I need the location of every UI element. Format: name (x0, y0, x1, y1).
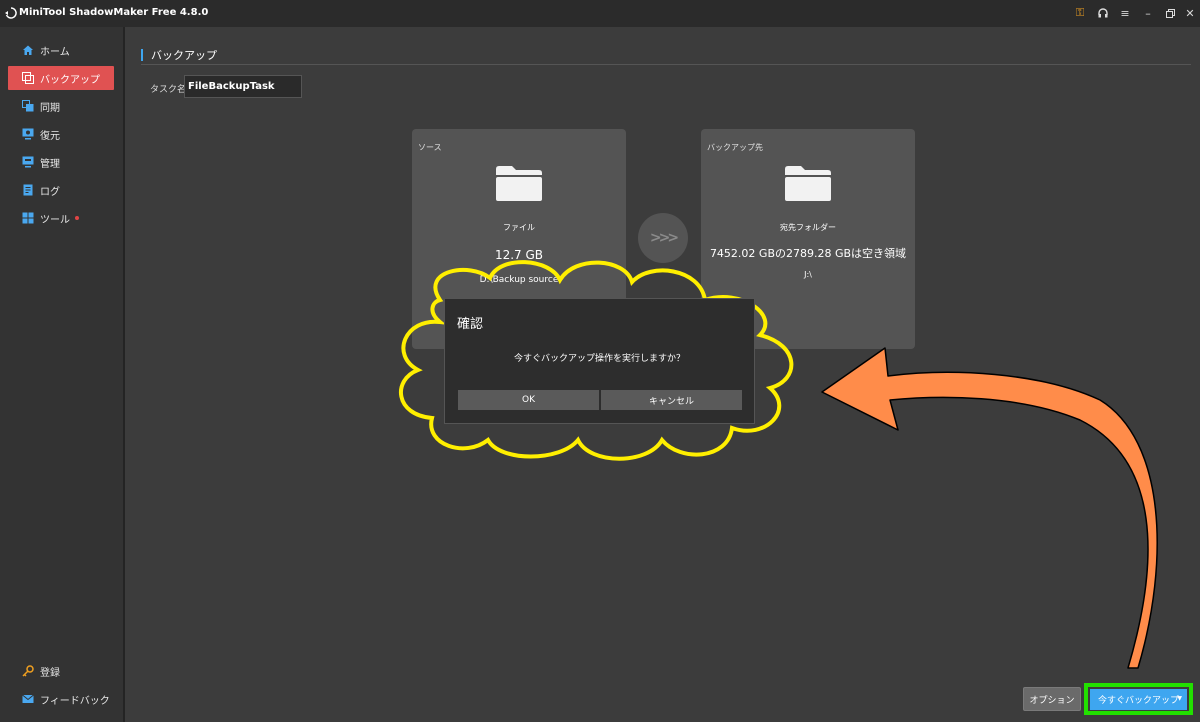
ok-button[interactable]: OK (458, 390, 599, 410)
key-icon[interactable]: ⚿ (1072, 5, 1088, 21)
option-button[interactable]: オプション (1023, 687, 1081, 711)
menu-icon[interactable]: ≡ (1117, 5, 1133, 21)
destination-path: J:\ (804, 270, 812, 279)
sidebar-item-restore[interactable]: 復元 (8, 122, 114, 146)
sidebar-item-label: 復元 (40, 130, 60, 142)
sidebar-item-register[interactable]: 登録 (8, 659, 114, 683)
restore-icon[interactable] (1162, 5, 1178, 21)
app-logo-icon (5, 7, 17, 19)
sidebar-item-backup[interactable]: バックアップ (8, 66, 114, 90)
mail-icon (22, 693, 34, 705)
backup-icon (22, 72, 34, 84)
sidebar-item-tools[interactable]: ツール (8, 206, 114, 230)
destination-space: 7452.02 GBの2789.28 GBは空き領域 (709, 247, 907, 260)
notification-badge (75, 216, 79, 220)
cancel-button[interactable]: キャンセル (601, 390, 742, 410)
sidebar-item-log[interactable]: ログ (8, 178, 114, 202)
sidebar-item-manage[interactable]: 管理 (8, 150, 114, 174)
sidebar-item-label: ツール (40, 214, 70, 226)
folder-icon (496, 166, 542, 201)
close-icon[interactable]: ✕ (1182, 5, 1198, 21)
manage-icon (22, 156, 34, 168)
destination-type: 宛先フォルダー (780, 223, 836, 232)
page-title: バックアップ (151, 49, 217, 62)
source-size: 12.7 GB (494, 248, 544, 262)
backup-now-button[interactable]: 今すぐバックアップ ▼ (1090, 689, 1187, 710)
folder-icon (785, 166, 831, 201)
app-title: MiniTool ShadowMaker Free 4.8.0 (19, 7, 209, 18)
backup-now-label: 今すぐバックアップ (1098, 696, 1180, 706)
sidebar-item-sync[interactable]: 同期 (8, 94, 114, 118)
sidebar: ホーム バックアップ 同期 復元 管理 ログ ツール 登録 フィードバック (0, 27, 123, 722)
sidebar-item-label: 同期 (40, 102, 60, 114)
sidebar-item-label: バックアップ (40, 74, 100, 86)
sidebar-item-home[interactable]: ホーム (8, 38, 114, 62)
destination-label: バックアップ先 (707, 143, 763, 152)
sidebar-item-feedback[interactable]: フィードバック (8, 687, 114, 711)
minimize-icon[interactable]: – (1140, 5, 1156, 21)
home-icon (22, 44, 34, 56)
sidebar-item-label: フィードバック (40, 695, 110, 707)
arrow-right-icon: >>> (638, 213, 688, 263)
key-icon (22, 665, 34, 677)
sidebar-item-label: ホーム (40, 46, 70, 58)
source-path: D:\Backup source (479, 275, 559, 285)
restore-icon (22, 128, 34, 140)
sidebar-item-label: 登録 (40, 667, 60, 679)
section-accent-bar (141, 49, 143, 61)
source-type: ファイル (503, 223, 535, 232)
sidebar-item-label: 管理 (40, 158, 60, 170)
confirm-dialog: 確認 今すぐバックアップ操作を実行しますか？ OK キャンセル (444, 298, 755, 424)
dialog-title: 確認 (457, 317, 484, 332)
section-header: バックアップ (141, 47, 1191, 65)
sync-icon (22, 100, 34, 112)
sidebar-item-label: ログ (40, 186, 60, 198)
headset-icon[interactable] (1095, 5, 1111, 21)
tools-icon (22, 212, 34, 224)
task-name-input[interactable] (184, 75, 302, 98)
title-bar: MiniTool ShadowMaker Free 4.8.0 ⚿ ≡ – ✕ (0, 0, 1200, 27)
chevron-down-icon[interactable]: ▼ (1177, 695, 1182, 702)
log-icon (22, 184, 34, 196)
dialog-message: 今すぐバックアップ操作を実行しますか？ (513, 354, 685, 364)
source-label: ソース (418, 143, 442, 152)
